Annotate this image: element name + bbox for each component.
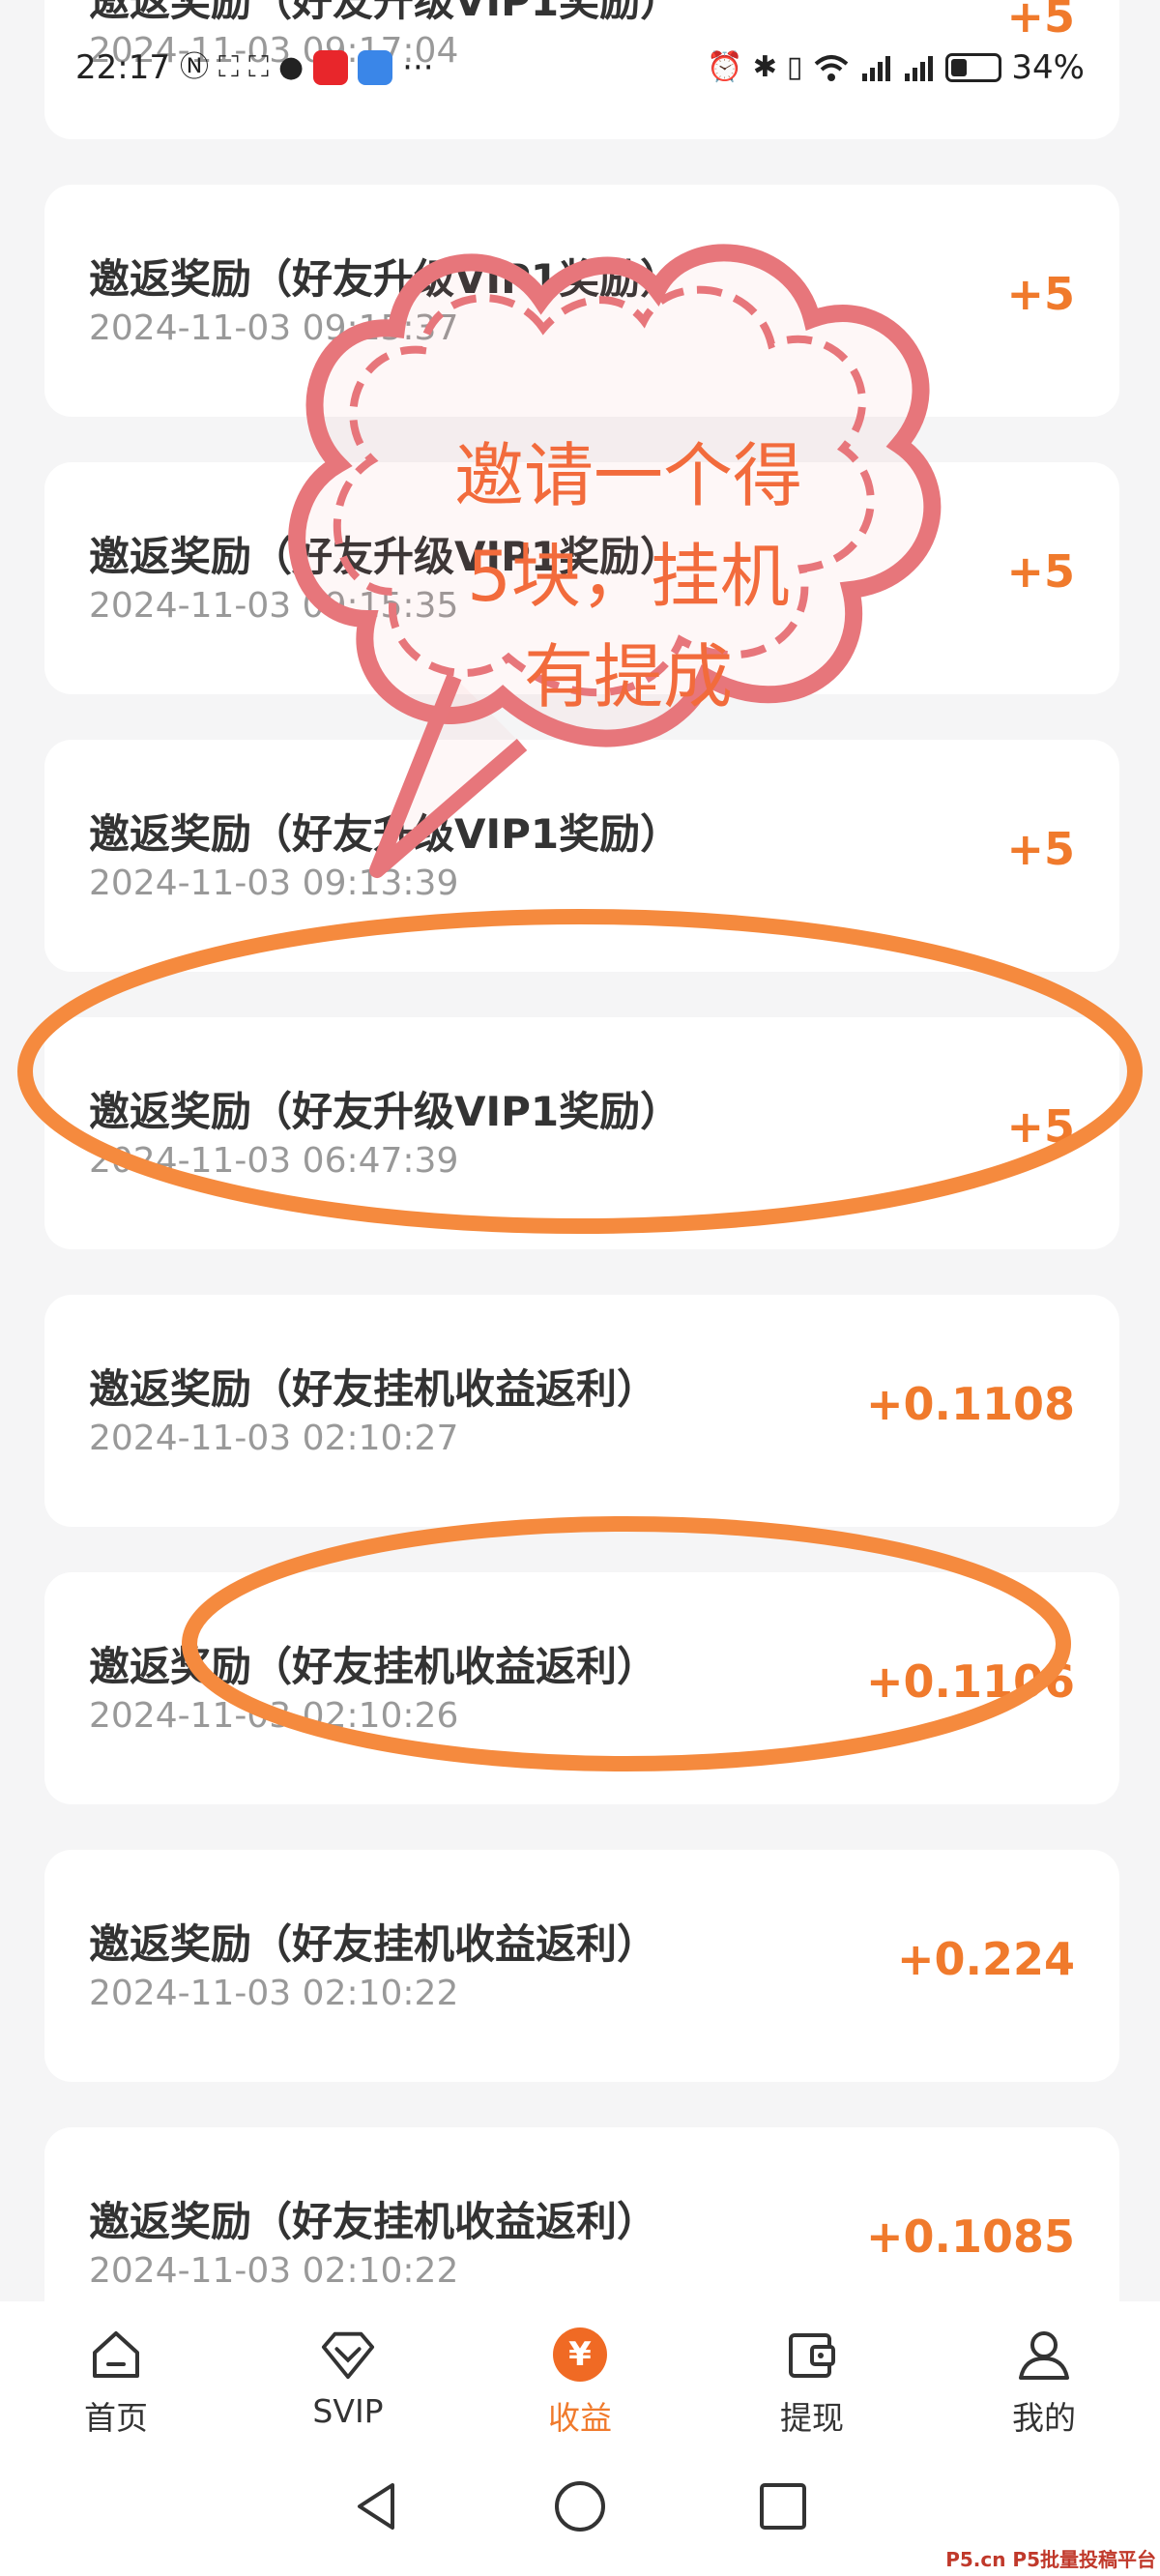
tab-withdraw[interactable]: 提现 xyxy=(725,2327,899,2439)
record-amount: +0.224 xyxy=(896,1933,1075,1985)
notification-icon-2: ⛶ xyxy=(247,50,269,84)
record-time: 2024-11-03 09:15:35 xyxy=(89,586,459,626)
record-title: 邀返奖励（好友升级VIP1奖励） xyxy=(89,0,682,25)
reward-record-card[interactable]: 邀返奖励（好友挂机收益返利） 2024-11-03 02:10:26 +0.1106 xyxy=(44,1572,1119,1804)
record-amount: +5 xyxy=(1006,0,1075,43)
record-amount: +5 xyxy=(1006,545,1075,598)
record-time: 2024-11-03 02:10:22 xyxy=(89,2251,459,2291)
nfc-icon: Ⓝ xyxy=(179,50,209,84)
yen-glyph: ¥ xyxy=(553,2327,607,2382)
record-time: 2024-11-03 06:47:39 xyxy=(89,1141,459,1181)
wifi-icon xyxy=(815,55,849,81)
status-bar-right: ⏰ ✱ ▯ 34% xyxy=(707,48,1085,87)
wallet-icon xyxy=(784,2327,840,2383)
record-amount: +5 xyxy=(1006,823,1075,875)
record-time: 2024-11-03 02:10:22 xyxy=(89,1974,459,2013)
record-title: 邀返奖励（好友升级VIP1奖励） xyxy=(89,1088,682,1135)
back-icon[interactable] xyxy=(348,2477,406,2535)
record-time: 2024-11-03 02:10:27 xyxy=(89,1419,459,1458)
battery-icon xyxy=(945,53,1002,82)
status-time: 22:17 xyxy=(75,48,170,87)
home-icon xyxy=(88,2327,144,2383)
record-amount: +5 xyxy=(1006,1100,1075,1153)
chat-icon: ● xyxy=(277,50,304,84)
battery-percent: 34% xyxy=(1011,48,1085,87)
tab-home[interactable]: 首页 xyxy=(29,2327,203,2439)
tab-label: 提现 xyxy=(780,2399,844,2437)
recents-icon[interactable] xyxy=(754,2477,812,2535)
tab-label: 我的 xyxy=(1012,2399,1076,2437)
reward-record-card[interactable]: 邀返奖励（好友升级VIP1奖励） 2024-11-03 09:15:37 +5 xyxy=(44,185,1119,417)
tab-label: SVIP xyxy=(312,2392,384,2430)
record-amount: +0.1085 xyxy=(865,2210,1075,2263)
record-amount: +0.1108 xyxy=(865,1378,1075,1430)
record-title: 邀返奖励（好友挂机收益返利） xyxy=(89,1365,658,1413)
vibrate-icon: ▯ xyxy=(786,50,803,84)
blue-app-icon xyxy=(358,50,393,85)
yen-icon: ¥ xyxy=(552,2327,608,2383)
bottom-tab-bar: 首页 SVIP ¥ 收益 提现 我的 xyxy=(0,2301,1160,2437)
record-title: 邀返奖励（好友挂机收益返利） xyxy=(89,2198,658,2245)
record-time: 2024-11-03 02:10:26 xyxy=(89,1696,459,1736)
record-time: 2024-11-03 09:13:39 xyxy=(89,864,459,903)
notification-icon: ⛶ xyxy=(218,50,239,84)
battery-level xyxy=(951,59,968,76)
status-bar-left: 22:17 Ⓝ ⛶ ⛶ ● ··· xyxy=(75,48,434,87)
tab-svip[interactable]: SVIP xyxy=(261,2327,435,2430)
signal-icon-2 xyxy=(905,56,934,81)
watermark: P5.cn P5批量投稿平台 xyxy=(945,2548,1156,2571)
reward-record-card[interactable]: 邀返奖励（好友升级VIP1奖励） 2024-11-03 09:13:39 +5 xyxy=(44,740,1119,972)
red-app-icon xyxy=(313,50,349,85)
diamond-icon xyxy=(320,2327,376,2383)
bluetooth-icon: ✱ xyxy=(752,50,777,84)
tab-label: 首页 xyxy=(84,2399,148,2437)
status-bar: 22:17 Ⓝ ⛶ ⛶ ● ··· ⏰ ✱ ▯ 34% xyxy=(0,39,1160,97)
annotation-line: 5块，挂机 xyxy=(467,536,790,617)
tab-earnings[interactable]: ¥ 收益 xyxy=(493,2327,667,2439)
annotation-line: 邀请一个得 xyxy=(453,435,802,516)
record-title: 邀返奖励（好友升级VIP1奖励） xyxy=(89,255,682,303)
record-title: 邀返奖励（好友挂机收益返利） xyxy=(89,1920,658,1968)
record-amount: +0.1106 xyxy=(865,1655,1075,1708)
tab-label: 收益 xyxy=(548,2399,612,2437)
record-title: 邀返奖励（好友升级VIP1奖励） xyxy=(89,810,682,858)
signal-icon xyxy=(862,56,891,81)
record-time: 2024-11-03 09:15:37 xyxy=(89,308,459,348)
annotation-text: 邀请一个得 5块，挂机 有提成 xyxy=(406,425,851,727)
tab-profile[interactable]: 我的 xyxy=(957,2327,1131,2439)
reward-record-card[interactable]: 邀返奖励（好友升级VIP1奖励） 2024-11-03 06:47:39 +5 xyxy=(44,1017,1119,1249)
alarm-icon: ⏰ xyxy=(707,50,743,84)
record-amount: +5 xyxy=(1006,268,1075,320)
profile-icon xyxy=(1016,2327,1072,2383)
more-notifications-icon: ··· xyxy=(402,48,434,87)
annotation-line: 有提成 xyxy=(523,636,733,717)
record-title: 邀返奖励（好友挂机收益返利） xyxy=(89,1643,658,1690)
reward-record-card[interactable]: 邀返奖励（好友挂机收益返利） 2024-11-03 02:10:27 +0.1108 xyxy=(44,1295,1119,1527)
reward-record-card[interactable]: 邀返奖励（好友挂机收益返利） 2024-11-03 02:10:22 +0.224 xyxy=(44,1850,1119,2082)
home-circle-icon[interactable] xyxy=(551,2477,609,2535)
